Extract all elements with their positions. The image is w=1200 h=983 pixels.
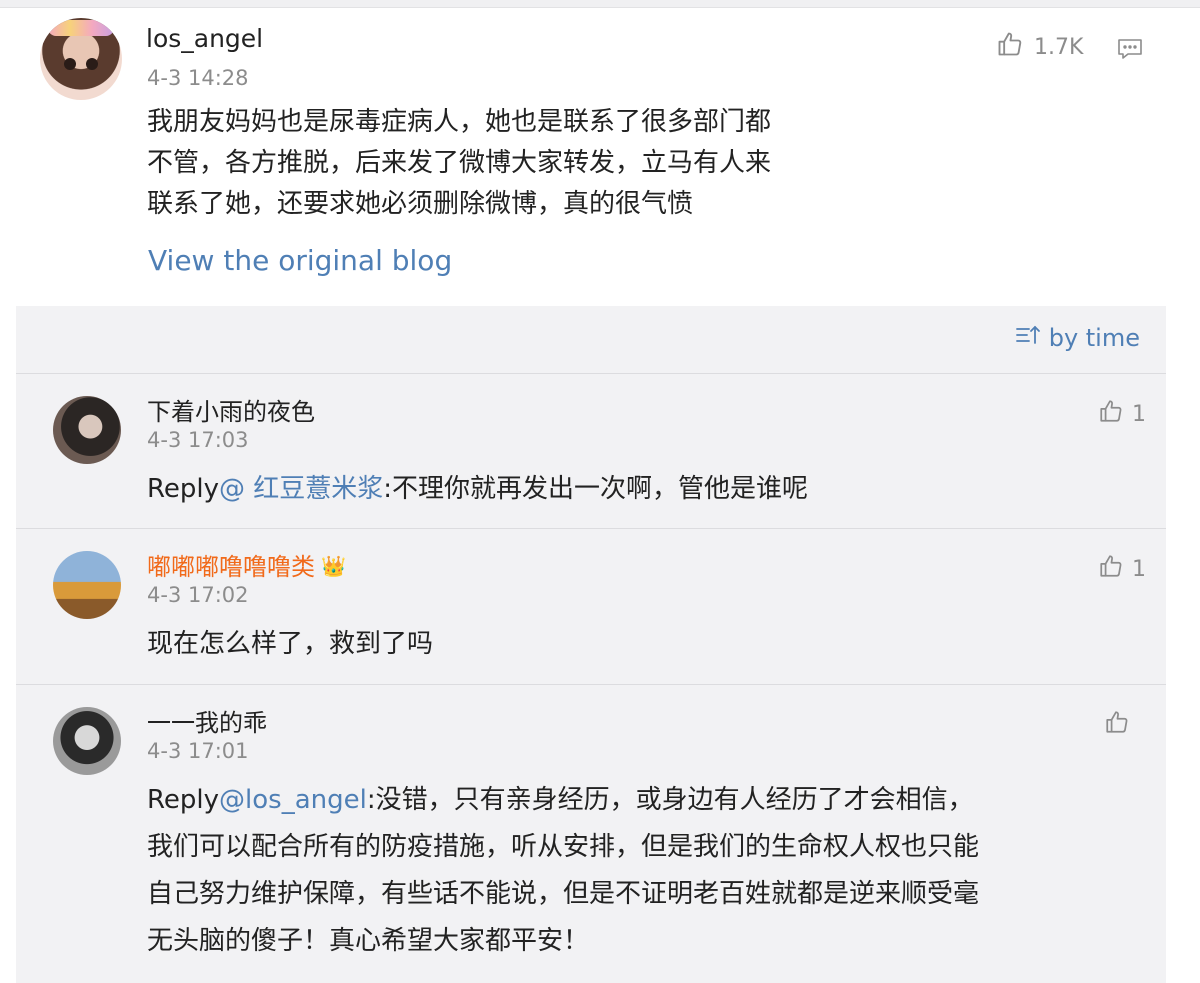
mention-link[interactable]: @ 红豆薏米浆 <box>219 474 383 504</box>
top-divider <box>0 0 1200 8</box>
reply-body: Reply@ 红豆薏米浆:不理你就再发出一次啊，管他是谁呢 <box>147 466 1147 512</box>
reply-text: :不理你就再发出一次啊，管他是谁呢 <box>383 474 809 504</box>
like-count: 1.7K <box>1034 34 1084 60</box>
like-count: 1 <box>1132 401 1146 427</box>
like-button[interactable] <box>1104 709 1130 741</box>
thumbs-up-icon <box>996 30 1024 64</box>
comment-button[interactable] <box>1117 37 1143 65</box>
reply-body: 现在怎么样了，救到了吗 <box>147 629 434 659</box>
comment-icon <box>1117 39 1143 65</box>
thumbs-up-icon <box>1098 398 1124 430</box>
reply-item: 一一我的乖 4-3 17:01 Reply@los_angel:没错，只有亲身经… <box>16 684 1166 983</box>
reply-username[interactable]: 一一我的乖 <box>147 703 267 738</box>
like-button[interactable]: 1.7K <box>996 30 1083 64</box>
sort-icon <box>1015 324 1041 352</box>
reply-timestamp: 4-3 17:02 <box>147 583 249 607</box>
comment-line: 联系了她，还要求她必须删除微博，真的很气愤 <box>147 189 694 219</box>
reply-prefix: Reply <box>147 785 220 815</box>
comment-timestamp: 4-3 14:28 <box>147 66 249 90</box>
comment-body: 我朋友妈妈也是尿毒症病人，她也是联系了很多部门都 不管，各方推脱，后来发了微博大… <box>147 102 867 225</box>
reply-username[interactable]: 下着小雨的夜色 <box>147 392 315 427</box>
avatar[interactable] <box>53 551 121 619</box>
avatar[interactable] <box>53 707 121 775</box>
main-comment: los_angel 4-3 14:28 我朋友妈妈也是尿毒症病人，她也是联系了很… <box>0 8 1200 306</box>
reply-line: 自己努力维护保障，有些话不能说，但是不证明老百姓就都是逆来顺受毫 <box>147 879 980 909</box>
like-button[interactable]: 1 <box>1098 398 1146 430</box>
avatar[interactable] <box>53 396 121 464</box>
like-count: 1 <box>1132 556 1146 582</box>
mention-link[interactable]: @los_angel <box>219 785 367 815</box>
reply-timestamp: 4-3 17:03 <box>147 428 249 452</box>
comment-line: 我朋友妈妈也是尿毒症病人，她也是联系了很多部门都 <box>147 107 772 137</box>
like-button[interactable]: 1 <box>1098 553 1146 585</box>
reply-username-text[interactable]: 嘟嘟嘟噜噜噜类 <box>147 553 315 581</box>
replies-panel: by time 下着小雨的夜色 4-3 17:03 Reply@ 红豆薏米浆:不… <box>16 306 1166 983</box>
reply-line: 无头脑的傻子！真心希望大家都平安！ <box>147 926 590 956</box>
reply-line: :没错，只有亲身经历，或身边有人经历了才会相信， <box>366 785 974 815</box>
reply-prefix: Reply <box>147 474 220 504</box>
reply-item: 嘟嘟嘟噜噜噜类 👑 4-3 17:02 现在怎么样了，救到了吗 1 <box>16 528 1166 684</box>
sort-label: by time <box>1048 324 1140 352</box>
reply-timestamp: 4-3 17:01 <box>147 739 249 763</box>
reply-body: Reply@los_angel:没错，只有亲身经历，或身边有人经历了才会相信， … <box>147 777 1147 965</box>
reply-line: 我们可以配合所有的防疫措施，听从安排，但是我们的生命权人权也只能 <box>147 832 980 862</box>
comment-username[interactable]: los_angel <box>146 24 263 53</box>
reply-username[interactable]: 嘟嘟嘟噜噜噜类 👑 <box>147 547 346 582</box>
crown-icon: 👑 <box>321 554 346 578</box>
view-original-blog-link[interactable]: View the original blog <box>148 244 452 277</box>
sort-by-time-button[interactable]: by time <box>1015 324 1140 352</box>
avatar[interactable] <box>40 18 122 100</box>
thumbs-up-icon <box>1098 553 1124 585</box>
comment-line: 不管，各方推脱，后来发了微博大家转发，立马有人来 <box>147 148 772 178</box>
thumbs-up-icon <box>1104 709 1130 741</box>
reply-item: 下着小雨的夜色 4-3 17:03 Reply@ 红豆薏米浆:不理你就再发出一次… <box>16 373 1166 528</box>
